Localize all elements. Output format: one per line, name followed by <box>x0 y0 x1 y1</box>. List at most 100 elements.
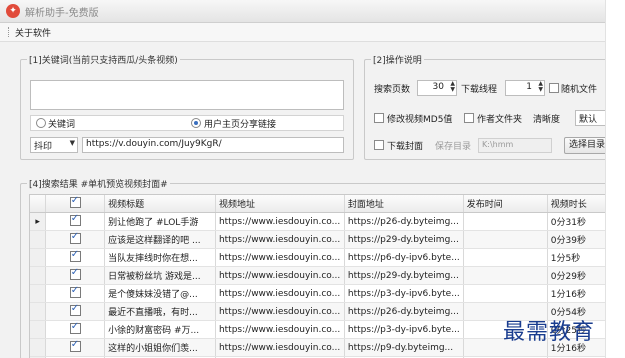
keyword-group-label: [1]关键词(当前只支持西瓜/头条视频) <box>27 53 180 66</box>
row-checkbox[interactable] <box>69 339 81 352</box>
main-window: ✦ 解析助手-免费版 关于软件 [1]关键词(当前只支持西瓜/头条视频) 关键词… <box>0 0 605 358</box>
cell-video-url[interactable]: https://www.iesdouyin.co... <box>215 212 345 231</box>
table-row[interactable]: 当队友摔线时你在想...https://www.iesdouyin.co...h… <box>30 248 605 267</box>
cell-publish-time[interactable] <box>463 212 548 231</box>
row-indicator <box>30 248 47 267</box>
menu-item-about[interactable]: 关于软件 <box>15 26 51 39</box>
watermark-text: 最需教育 <box>503 320 596 345</box>
cell-video-url[interactable]: https://www.iesdouyin.co... <box>215 320 345 339</box>
cell-title[interactable]: 日常被粉丝坑 游戏是... <box>104 266 216 285</box>
row-indicator <box>30 266 47 285</box>
column-header-video-url[interactable]: 视频地址 <box>215 195 345 213</box>
clarity-label: 清晰度 <box>533 115 561 125</box>
modify-md5-checkbox[interactable] <box>374 113 384 123</box>
row-checkbox-cell[interactable] <box>45 302 106 321</box>
row-checkbox-cell[interactable] <box>45 248 106 267</box>
threads-stepper[interactable]: 1 ▲ ▼ <box>505 80 545 96</box>
cell-title[interactable]: 当队友摔线时你在想... <box>104 248 216 267</box>
cell-title[interactable]: 最近不直播哦，有时... <box>104 302 216 321</box>
cell-duration[interactable]: 0分39秒 <box>547 230 605 249</box>
cell-duration[interactable]: 0分31秒 <box>547 212 605 231</box>
ops-group-label: [2]操作说明 <box>371 53 424 66</box>
stepper-arrows-icon[interactable]: ▲ ▼ <box>538 81 543 93</box>
row-indicator <box>30 302 47 321</box>
column-header-publish-time[interactable]: 发布时间 <box>463 195 548 213</box>
radio-keyword-label[interactable]: 关键词 <box>48 117 75 130</box>
table-row[interactable]: 应该是这样翻译的吧 ...https://www.iesdouyin.co...… <box>30 230 605 249</box>
row-checkbox[interactable] <box>69 267 81 280</box>
row-checkbox-cell[interactable] <box>45 320 106 339</box>
cell-video-url[interactable]: https://www.iesdouyin.co... <box>215 248 345 267</box>
mode-radio-panel: 关键词 用户主页分享链接 <box>30 115 344 131</box>
radio-user-url-label[interactable]: 用户主页分享链接 <box>204 117 276 130</box>
column-header-select[interactable] <box>45 195 106 213</box>
cell-duration[interactable]: 1分16秒 <box>547 284 605 303</box>
row-checkbox[interactable] <box>69 231 81 244</box>
row-checkbox-cell[interactable] <box>45 284 106 303</box>
row-checkbox[interactable] <box>69 303 81 316</box>
clarity-select[interactable]: 默认 <box>575 110 605 126</box>
column-header-title[interactable]: 视频标题 <box>104 195 216 213</box>
cell-cover-url[interactable]: https://p26-dy.byteimg... <box>344 212 464 231</box>
random-file-checkbox[interactable] <box>549 83 559 93</box>
menu-grip-icon <box>8 27 11 37</box>
cell-title[interactable]: 是个傻妹妹没错了@... <box>104 284 216 303</box>
search-pages-stepper[interactable]: 30 ▲ ▼ <box>417 80 457 96</box>
column-header-cover-url[interactable]: 封面地址 <box>344 195 464 213</box>
cell-cover-url[interactable]: https://p9-dy.byteimg... <box>344 338 464 357</box>
cell-video-url[interactable]: https://www.iesdouyin.co... <box>215 230 345 249</box>
choose-dir-button[interactable]: 选择目录 <box>564 137 605 154</box>
stepper-arrows-icon[interactable]: ▲ ▼ <box>450 81 455 93</box>
table-row[interactable]: 日常被粉丝坑 游戏是...https://www.iesdouyin.co...… <box>30 266 605 285</box>
cell-publish-time[interactable] <box>463 248 548 267</box>
row-checkbox[interactable] <box>69 249 81 262</box>
cell-title[interactable]: 这样的小姐姐你们羡... <box>104 338 216 357</box>
save-dir-input: K:\hmm <box>478 138 552 153</box>
cell-title[interactable]: 应该是这样翻译的吧 ... <box>104 230 216 249</box>
table-row[interactable]: 是个傻妹妹没错了@...https://www.iesdouyin.co...h… <box>30 284 605 303</box>
cell-publish-time[interactable] <box>463 266 548 285</box>
cell-cover-url[interactable]: https://p26-dy.byteimg... <box>344 302 464 321</box>
random-file-label: 随机文件 <box>561 85 598 95</box>
cell-cover-url[interactable]: https://p6-dy-ipv6.byte... <box>344 248 464 267</box>
row-checkbox[interactable] <box>69 321 81 334</box>
url-input-value: https://v.douyin.com/Juy9KgR/ <box>86 139 222 149</box>
cell-video-url[interactable]: https://www.iesdouyin.co... <box>215 302 345 321</box>
cell-video-url[interactable]: https://www.iesdouyin.co... <box>215 284 345 303</box>
row-checkbox-cell[interactable] <box>45 338 106 357</box>
row-checkbox[interactable] <box>69 213 81 226</box>
cell-duration[interactable]: 0分29秒 <box>547 266 605 285</box>
select-all-checkbox[interactable] <box>69 195 81 208</box>
row-checkbox-cell[interactable] <box>45 212 106 231</box>
column-header-duration[interactable]: 视频时长 <box>547 195 605 213</box>
keyword-group: [1]关键词(当前只支持西瓜/头条视频) 关键词 用户主页分享链接 抖印 ▼ h… <box>20 53 354 160</box>
row-checkbox[interactable] <box>69 285 81 298</box>
row-checkbox-cell[interactable] <box>45 266 106 285</box>
save-dir-label: 保存目录 <box>435 142 472 152</box>
url-input[interactable]: https://v.douyin.com/Juy9KgR/ <box>82 137 344 153</box>
cell-title[interactable]: 别让他跑了 #LOL手游 <box>104 212 216 231</box>
row-checkbox-cell[interactable] <box>45 230 106 249</box>
platform-select[interactable]: 抖印 ▼ <box>30 137 78 153</box>
download-cover-label: 下载封面 <box>387 142 424 152</box>
cell-title[interactable]: 小徐的财富密码 #万... <box>104 320 216 339</box>
cell-duration[interactable]: 1分5秒 <box>547 248 605 267</box>
table-row[interactable]: ▸ 别让他跑了 #LOL手游https://www.iesdouyin.co...… <box>30 212 605 231</box>
cell-video-url[interactable]: https://www.iesdouyin.co... <box>215 338 345 357</box>
title-bar: ✦ 解析助手-免费版 <box>0 0 605 23</box>
ops-group: [2]操作说明 搜索页数 30 ▲ ▼ 下载线程 1 ▲ ▼ 随机文件 修改视频MD… <box>364 53 605 160</box>
cell-cover-url[interactable]: https://p3-dy-ipv6.byte... <box>344 320 464 339</box>
column-header-indicator <box>30 195 47 213</box>
cell-cover-url[interactable]: https://p29-dy.byteimg... <box>344 266 464 285</box>
author-folder-checkbox[interactable] <box>464 113 474 123</box>
cell-publish-time[interactable] <box>463 230 548 249</box>
keyword-input[interactable] <box>30 80 344 110</box>
cell-publish-time[interactable] <box>463 284 548 303</box>
radio-keyword[interactable] <box>36 118 46 128</box>
platform-select-value: 抖印 <box>34 142 53 152</box>
download-cover-checkbox[interactable] <box>374 140 384 150</box>
cell-cover-url[interactable]: https://p29-dy.byteimg... <box>344 230 464 249</box>
radio-user-url[interactable] <box>191 118 201 128</box>
cell-video-url[interactable]: https://www.iesdouyin.co... <box>215 266 345 285</box>
cell-cover-url[interactable]: https://p3-dy-ipv6.byte... <box>344 284 464 303</box>
